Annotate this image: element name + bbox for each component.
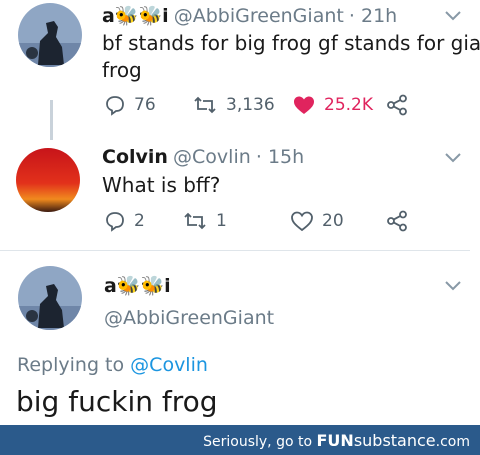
chevron-down-icon[interactable] (444, 152, 462, 164)
tweet3-text: big fuckin frog (16, 385, 218, 418)
watermark-suffix: .com (435, 434, 470, 450)
tweet1-share-button[interactable] (386, 94, 408, 116)
tweet1-display-name[interactable]: a🐝🐝i (102, 5, 169, 27)
tweet1-retweet-count: 3,136 (226, 95, 275, 115)
replying-to-line: Replying to @Covlin (17, 354, 208, 376)
watermark-banner: Seriously, go to FUNsubstance.com (0, 425, 480, 455)
thread-line (50, 100, 53, 140)
replying-to-link[interactable]: @Covlin (130, 354, 208, 376)
share-icon (387, 210, 407, 232)
avatar-abbi-focused-image (18, 266, 82, 330)
avatar-colvin[interactable] (16, 148, 80, 212)
chevron-down-icon[interactable] (444, 280, 462, 292)
tweet3-display-name[interactable]: a🐝🐝i (104, 274, 171, 297)
retweet-icon (184, 212, 206, 230)
tweet2-display-name[interactable]: Colvin (102, 146, 168, 168)
share-icon (387, 94, 407, 116)
heart-icon (294, 96, 314, 114)
tweet2-retweet-count: 1 (216, 211, 227, 231)
tweet1-text-line1: bf stands for big frog gf stands for gia… (102, 31, 480, 55)
watermark-prefix: Seriously, go to (203, 434, 313, 450)
watermark-brand-fun: FUN (316, 431, 354, 450)
tweet1-text-line2: frog (102, 58, 142, 82)
reply-icon (106, 96, 124, 116)
tweet2-retweet-button[interactable]: 1 (182, 210, 227, 232)
divider (0, 250, 470, 251)
tweet3-handle[interactable]: @AbbiGreenGiant (104, 307, 274, 329)
tweet1-time: · 21h (348, 5, 398, 27)
tweet1-handle[interactable]: @AbbiGreenGiant (174, 5, 344, 27)
tweet2-share-button[interactable] (386, 210, 408, 232)
tweet2-text: What is bff? (102, 173, 221, 197)
heart-icon (291, 211, 313, 232)
tweet2-header: Colvin @Covlin · 15h (102, 146, 304, 168)
tweet2-reply-count: 2 (134, 211, 145, 231)
avatar-abbi[interactable] (18, 3, 82, 67)
retweet-icon (194, 96, 216, 114)
reply-icon (106, 212, 124, 232)
tweet2-handle[interactable]: @Covlin (173, 146, 251, 168)
avatar-abbi-focused[interactable] (18, 266, 82, 330)
replying-to-label: Replying to (17, 354, 125, 376)
tweet1-reply-count: 76 (134, 95, 156, 115)
avatar-abbi-image (18, 3, 82, 67)
tweet1-reply-button[interactable]: 76 (104, 94, 156, 116)
avatar-colvin-image (16, 148, 80, 212)
chevron-down-icon[interactable] (444, 10, 462, 22)
tweet1-like-button[interactable]: 25.2K (292, 94, 373, 116)
tweet1-retweet-button[interactable]: 3,136 (192, 94, 275, 116)
tweet2-like-count: 20 (322, 211, 344, 231)
tweet1-header: a🐝🐝i @AbbiGreenGiant · 21h (102, 4, 397, 27)
tweet2-time: · 15h (255, 146, 305, 168)
tweet2-reply-button[interactable]: 2 (104, 210, 145, 232)
tweet1-like-count: 25.2K (324, 95, 373, 115)
tweet2-like-button[interactable]: 20 (290, 210, 344, 232)
watermark-brand-substance: substance (353, 431, 436, 450)
watermark-text: Seriously, go to FUNsubstance.com (203, 431, 470, 450)
